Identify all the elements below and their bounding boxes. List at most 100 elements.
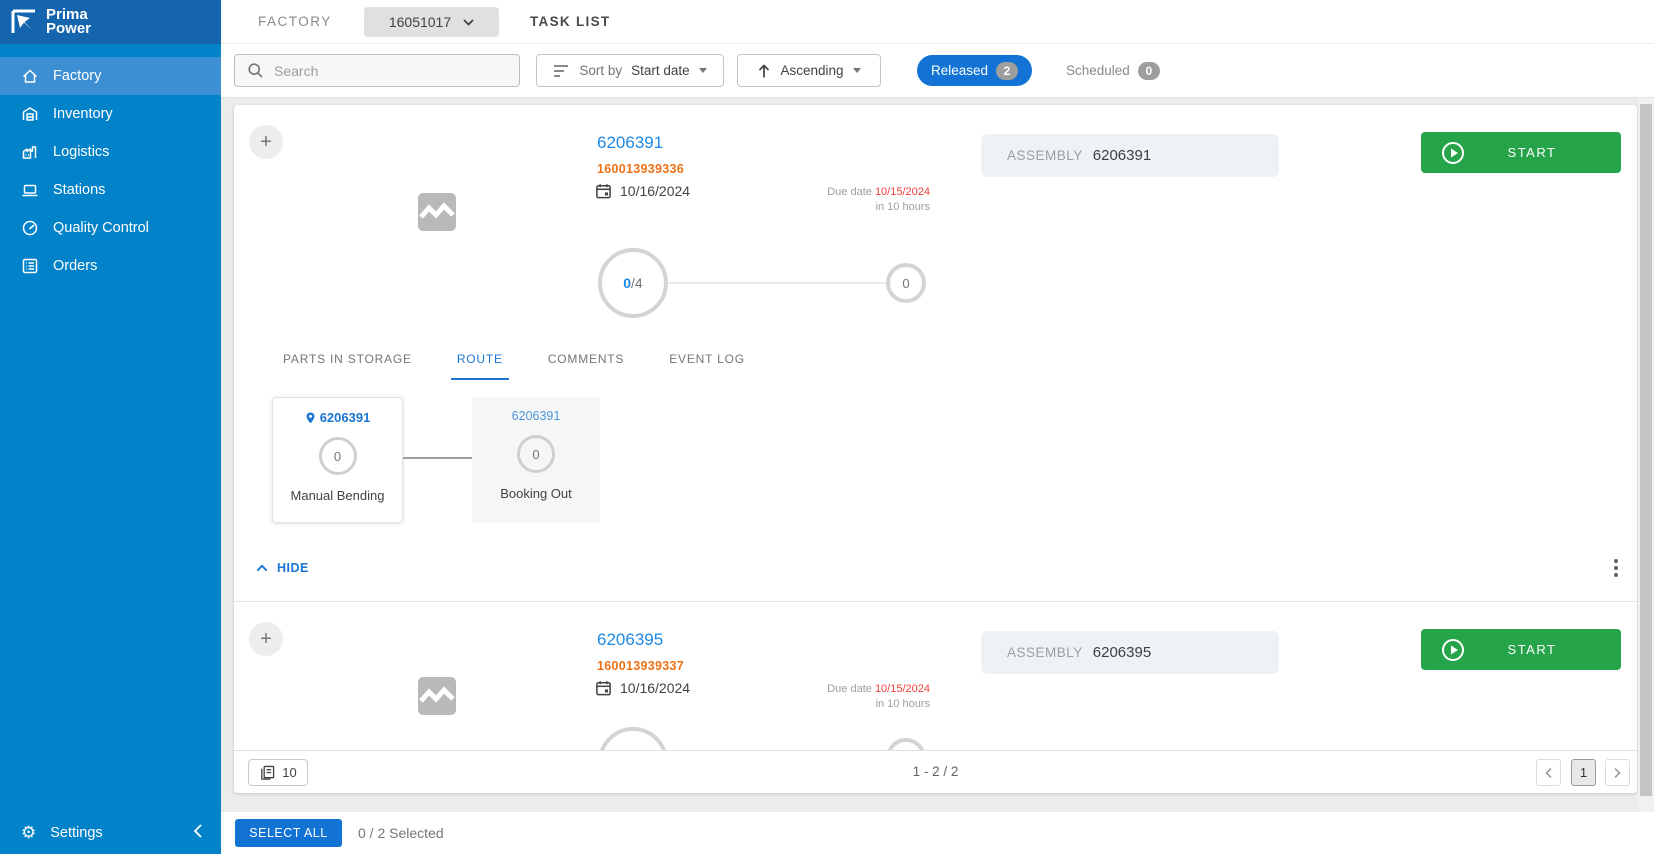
search-icon — [247, 62, 264, 79]
route-connector-line — [403, 457, 472, 459]
vertical-scrollbar[interactable] — [1638, 98, 1654, 812]
caret-down-icon — [853, 68, 861, 73]
route-step-count: 0 — [517, 435, 555, 473]
sidebar-item-inventory[interactable]: Inventory — [0, 95, 221, 133]
select-all-button[interactable]: SELECT ALL — [235, 819, 342, 847]
sidebar-item-label: Quality Control — [53, 220, 149, 236]
task-id-link[interactable]: 6206391 — [597, 133, 663, 153]
factory-icon — [21, 143, 39, 161]
start-date-row: 10/16/2024 — [595, 679, 690, 697]
sort-by-dropdown[interactable]: Sort by Start date — [536, 54, 724, 87]
order-number: 160013939336 — [597, 162, 684, 176]
gauge-icon — [21, 219, 39, 237]
progress-total: /4 — [631, 275, 643, 291]
chevron-down-icon — [463, 19, 474, 26]
sidebar-item-label: Logistics — [53, 144, 109, 160]
sidebar-item-quality-control[interactable]: Quality Control — [0, 209, 221, 247]
start-task-button[interactable]: START — [1421, 132, 1621, 173]
previous-page-button[interactable] — [1536, 759, 1561, 786]
filter-released-button[interactable]: Released 2 — [917, 55, 1032, 86]
sidebar-nav: Factory Inventory Logistics Stations — [0, 57, 221, 285]
due-date-block: Due date 10/15/2024 in 10 hours — [770, 185, 930, 215]
sidebar-item-stations[interactable]: Stations — [0, 171, 221, 209]
sidebar-item-label: Inventory — [53, 106, 113, 122]
factory-selector-dropdown[interactable]: 16051017 — [364, 7, 499, 37]
start-button-label: START — [1465, 642, 1599, 657]
scheduled-count-badge: 0 — [1138, 62, 1160, 80]
route-step-next[interactable]: 6206391 0 Booking Out — [472, 397, 600, 523]
assembly-label: ASSEMBLY — [1007, 645, 1083, 660]
assembly-badge: ASSEMBLY 6206391 — [981, 134, 1279, 177]
sort-by-label: Sort by — [579, 63, 622, 78]
chevron-right-icon — [1613, 767, 1622, 779]
progress-circle-main: 0/4 — [598, 248, 668, 318]
due-date-block: Due date 10/15/2024 in 10 hours — [770, 682, 930, 712]
sidebar-item-label: Factory — [53, 68, 101, 84]
hide-details-button[interactable]: HIDE — [256, 561, 309, 575]
route-step-count: 0 — [319, 437, 357, 475]
expand-task-button[interactable]: + — [249, 125, 283, 159]
next-page-button[interactable] — [1605, 759, 1630, 786]
task-menu-kebab-icon[interactable] — [1606, 553, 1626, 583]
selection-bar: SELECT ALL 0 / 2 Selected — [221, 812, 1654, 854]
start-date-row: 10/16/2024 — [595, 182, 690, 200]
prima-power-logo-icon — [11, 9, 37, 35]
due-date: 10/15/2024 — [875, 683, 930, 695]
sidebar-item-settings[interactable]: ⚙ Settings — [0, 814, 221, 852]
part-image-placeholder-icon — [418, 677, 456, 715]
sidebar-item-orders[interactable]: Orders — [0, 247, 221, 285]
route-step-station: Manual Bending — [273, 488, 402, 503]
section-label: FACTORY — [258, 14, 332, 29]
search-box — [234, 54, 520, 87]
calendar-icon — [595, 182, 612, 200]
page-title: TASK LIST — [530, 14, 610, 29]
tab-comments[interactable]: COMMENTS — [542, 352, 630, 380]
play-icon — [1441, 141, 1465, 165]
task-id-link[interactable]: 6206395 — [597, 630, 663, 650]
part-image-placeholder-icon — [418, 193, 456, 231]
tab-event-log[interactable]: EVENT LOG — [663, 352, 751, 380]
route-step-current[interactable]: 6206391 0 Manual Bending — [272, 397, 403, 523]
start-date: 10/16/2024 — [620, 680, 690, 696]
location-pin-icon — [305, 411, 316, 425]
sort-icon — [553, 64, 570, 78]
released-count-badge: 2 — [996, 62, 1018, 80]
settings-label: Settings — [50, 825, 102, 841]
sidebar-item-factory[interactable]: Factory — [0, 57, 221, 95]
due-date-label: Due date — [827, 683, 872, 695]
chevron-up-icon — [256, 564, 268, 572]
route-step-station: Booking Out — [472, 486, 600, 501]
expand-task-button[interactable]: + — [249, 622, 283, 656]
collapse-sidebar-icon[interactable] — [193, 823, 203, 839]
due-date-label: Due date — [827, 186, 872, 198]
assembly-id: 6206391 — [1093, 147, 1151, 164]
progress-connector-line — [668, 282, 886, 284]
due-in: in 10 hours — [770, 697, 930, 712]
row-divider — [234, 601, 1637, 602]
gear-icon: ⚙ — [21, 825, 36, 842]
sidebar-item-label: Stations — [53, 182, 105, 198]
start-button-label: START — [1465, 145, 1599, 160]
order-number: 160013939337 — [597, 659, 684, 673]
progress-done: 0 — [623, 275, 631, 291]
task-list-card: + 6206391 160013939336 10/16/2024 Due da… — [234, 105, 1637, 793]
scheduled-label: Scheduled — [1066, 63, 1130, 78]
sort-order-dropdown[interactable]: Ascending — [737, 54, 881, 87]
sort-order-value: Ascending — [780, 63, 843, 78]
filter-scheduled-button[interactable]: Scheduled 0 — [1066, 55, 1160, 86]
released-label: Released — [931, 63, 988, 78]
sort-by-value: Start date — [631, 63, 690, 78]
due-date: 10/15/2024 — [875, 186, 930, 198]
scrollbar-thumb[interactable] — [1640, 104, 1652, 796]
tab-route[interactable]: ROUTE — [451, 352, 509, 380]
assembly-badge: ASSEMBLY 6206395 — [981, 631, 1279, 674]
tab-parts-in-storage[interactable]: PARTS IN STORAGE — [277, 352, 418, 380]
top-bar: FACTORY 16051017 TASK LIST — [221, 0, 1654, 44]
sidebar-item-logistics[interactable]: Logistics — [0, 133, 221, 171]
due-in: in 10 hours — [770, 200, 930, 215]
start-task-button[interactable]: START — [1421, 629, 1621, 670]
page-number-button[interactable]: 1 — [1571, 759, 1596, 786]
search-input[interactable] — [274, 63, 494, 79]
start-date: 10/16/2024 — [620, 183, 690, 199]
app-window: PrimaPower Factory Inventory Logistic — [0, 0, 1654, 854]
